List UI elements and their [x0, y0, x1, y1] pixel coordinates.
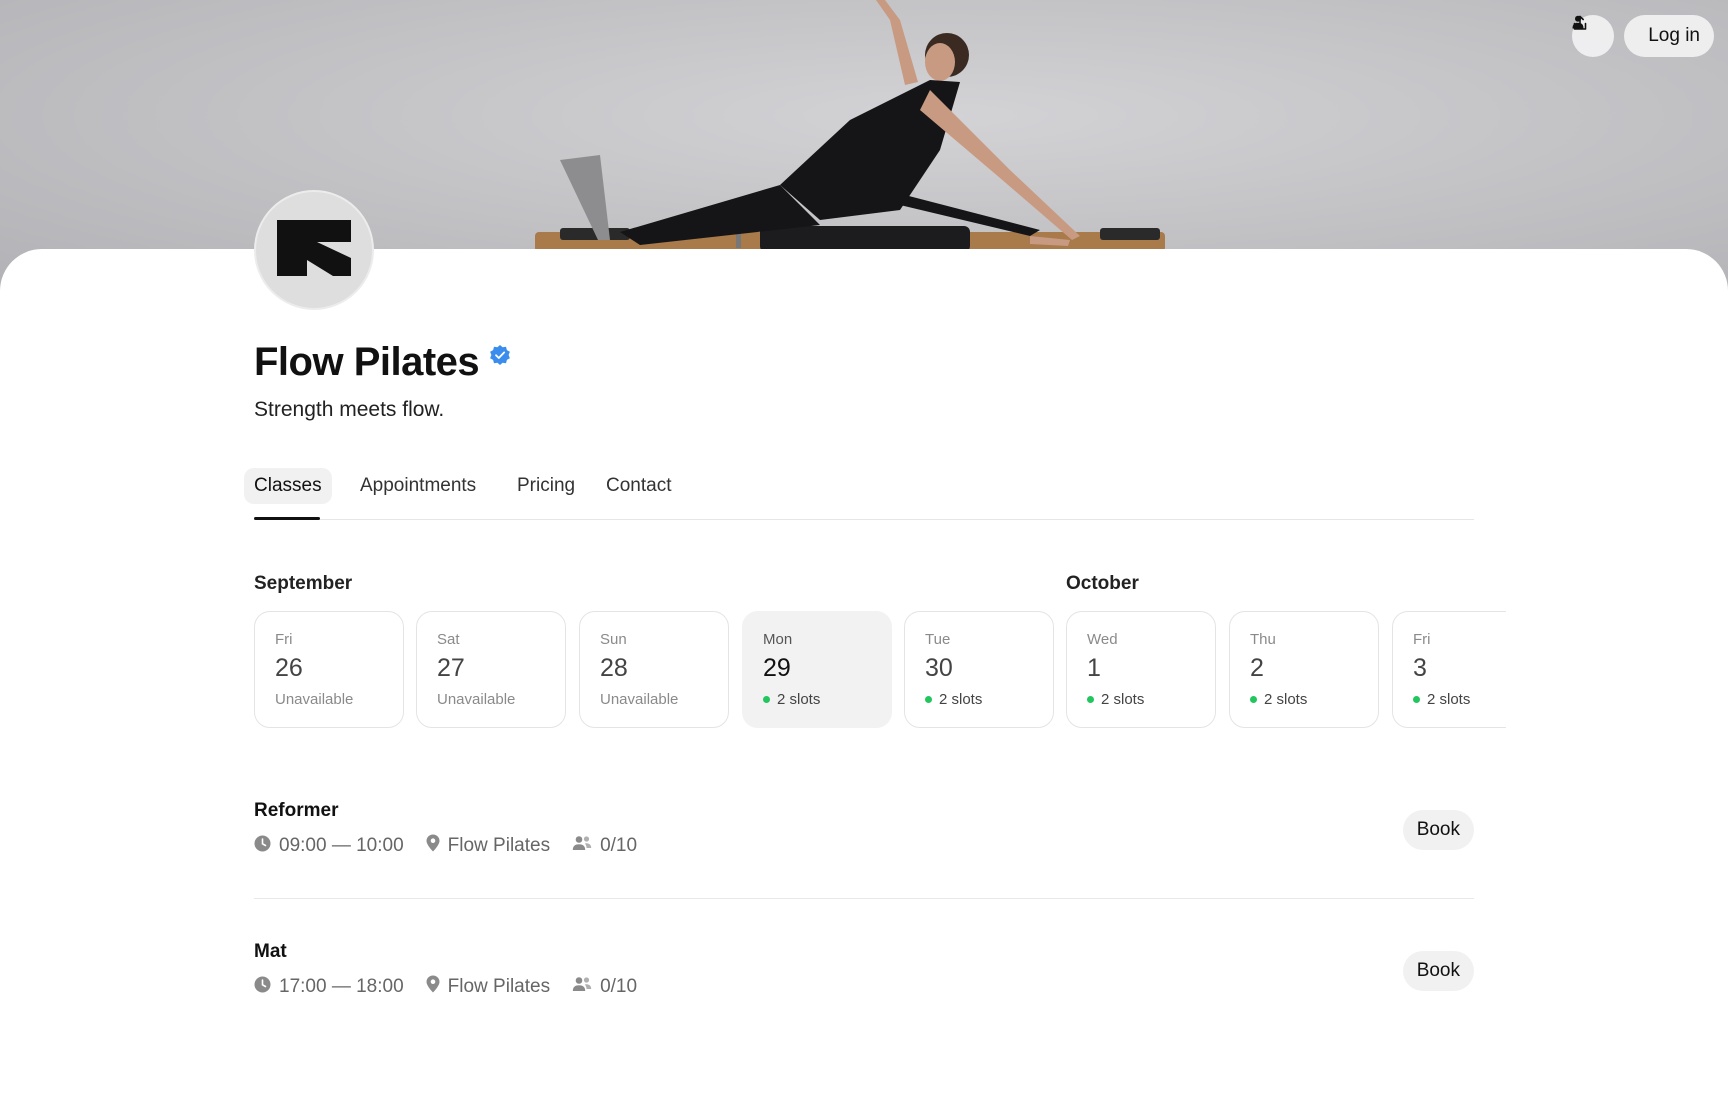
date-strip: Fri 26 Unavailable Sat 27 Unavailable Su… [254, 611, 1506, 729]
date-weekday: Thu [1250, 631, 1276, 648]
studio-logo-icon [277, 219, 351, 281]
class-item-reformer: Reformer 09:00 — 10:00 Flow Pilates 0/10… [254, 800, 1474, 910]
date-number: 29 [763, 654, 791, 682]
date-number: 1 [1087, 654, 1101, 682]
class-title: Mat [254, 941, 287, 962]
date-status: 2 slots [1087, 691, 1215, 708]
date-number: 27 [437, 654, 465, 682]
date-status-text: 2 slots [1427, 691, 1471, 708]
date-card[interactable]: Tue 30 2 slots [904, 611, 1054, 728]
date-number: 2 [1250, 654, 1264, 682]
class-capacity: 0/10 [600, 835, 638, 856]
class-meta: 09:00 — 10:00 Flow Pilates 0/10 [254, 834, 659, 858]
class-capacity: 0/10 [600, 976, 638, 997]
availability-dot [1250, 696, 1257, 703]
date-status-text: Unavailable [275, 691, 354, 708]
tab-pricing[interactable]: Pricing [507, 468, 585, 504]
class-location: Flow Pilates [447, 835, 551, 856]
verified-badge-icon [489, 344, 511, 371]
class-divider [254, 898, 1474, 899]
book-button[interactable]: Book [1402, 810, 1474, 850]
date-status: 2 slots [1413, 691, 1506, 708]
date-card[interactable]: Sun 28 Unavailable [579, 611, 729, 728]
date-card[interactable]: Sat 27 Unavailable [416, 611, 566, 728]
page-title: Flow Pilates [254, 340, 480, 384]
class-location: Flow Pilates [447, 976, 551, 997]
date-status: 2 slots [925, 691, 1053, 708]
date-weekday: Fri [1413, 631, 1431, 648]
login-button[interactable]: Log in [1572, 15, 1714, 57]
active-tab-indicator [254, 517, 320, 520]
date-status-text: 2 slots [1101, 691, 1145, 708]
date-status-text: Unavailable [600, 691, 679, 708]
date-status-text: 2 slots [939, 691, 983, 708]
date-status: Unavailable [437, 691, 565, 708]
class-item-mat: Mat 17:00 — 18:00 Flow Pilates 0/10 Book [254, 941, 1474, 1051]
clock-icon [254, 835, 271, 858]
date-weekday: Mon [763, 631, 793, 648]
date-number: 28 [600, 654, 628, 682]
date-card[interactable]: Fri 26 Unavailable [254, 611, 404, 728]
avatar [254, 190, 374, 310]
tab-divider [254, 519, 1474, 520]
tab-contact[interactable]: Contact [596, 468, 681, 504]
class-title: Reformer [254, 800, 339, 821]
date-weekday: Sun [600, 631, 627, 648]
brand-header: Flow Pilates [254, 338, 511, 386]
availability-dot [1087, 696, 1094, 703]
availability-dot [925, 696, 932, 703]
date-status-text: 2 slots [1264, 691, 1308, 708]
login-label: Log in [1648, 25, 1700, 46]
date-status-text: Unavailable [437, 691, 516, 708]
tab-classes[interactable]: Classes [244, 468, 332, 504]
date-status-text: 2 slots [777, 691, 821, 708]
date-card[interactable]: Thu 2 2 slots [1229, 611, 1379, 728]
month-label-september: September [254, 573, 353, 594]
class-meta: 17:00 — 18:00 Flow Pilates 0/10 [254, 975, 659, 999]
date-number: 30 [925, 654, 953, 682]
date-weekday: Tue [925, 631, 951, 648]
date-status: Unavailable [600, 691, 728, 708]
date-status: Unavailable [275, 691, 403, 708]
tagline: Strength meets flow. [254, 398, 445, 421]
month-label-october: October [1066, 573, 1139, 594]
date-weekday: Sat [437, 631, 460, 648]
date-card-selected[interactable]: Mon 29 2 slots [742, 611, 892, 728]
date-number: 26 [275, 654, 303, 682]
date-weekday: Wed [1087, 631, 1118, 648]
class-time: 09:00 — 10:00 [279, 835, 404, 856]
date-card[interactable]: Wed 1 2 slots [1066, 611, 1216, 728]
people-icon [572, 835, 592, 857]
location-pin-icon [426, 834, 440, 858]
people-icon [572, 976, 592, 998]
availability-dot [763, 696, 770, 703]
class-time: 17:00 — 18:00 [279, 976, 404, 997]
clock-icon [254, 976, 271, 999]
date-status: 2 slots [1250, 691, 1378, 708]
location-pin-icon [426, 975, 440, 999]
date-number: 3 [1413, 654, 1427, 682]
date-status: 2 slots [763, 691, 891, 708]
tab-appointments[interactable]: Appointments [350, 468, 486, 504]
tab-bar: Classes Appointments Pricing Contact [244, 468, 1474, 520]
book-button[interactable]: Book [1402, 951, 1474, 991]
date-card[interactable]: Fri 3 2 slots [1392, 611, 1506, 728]
date-weekday: Fri [275, 631, 293, 648]
availability-dot [1413, 696, 1420, 703]
